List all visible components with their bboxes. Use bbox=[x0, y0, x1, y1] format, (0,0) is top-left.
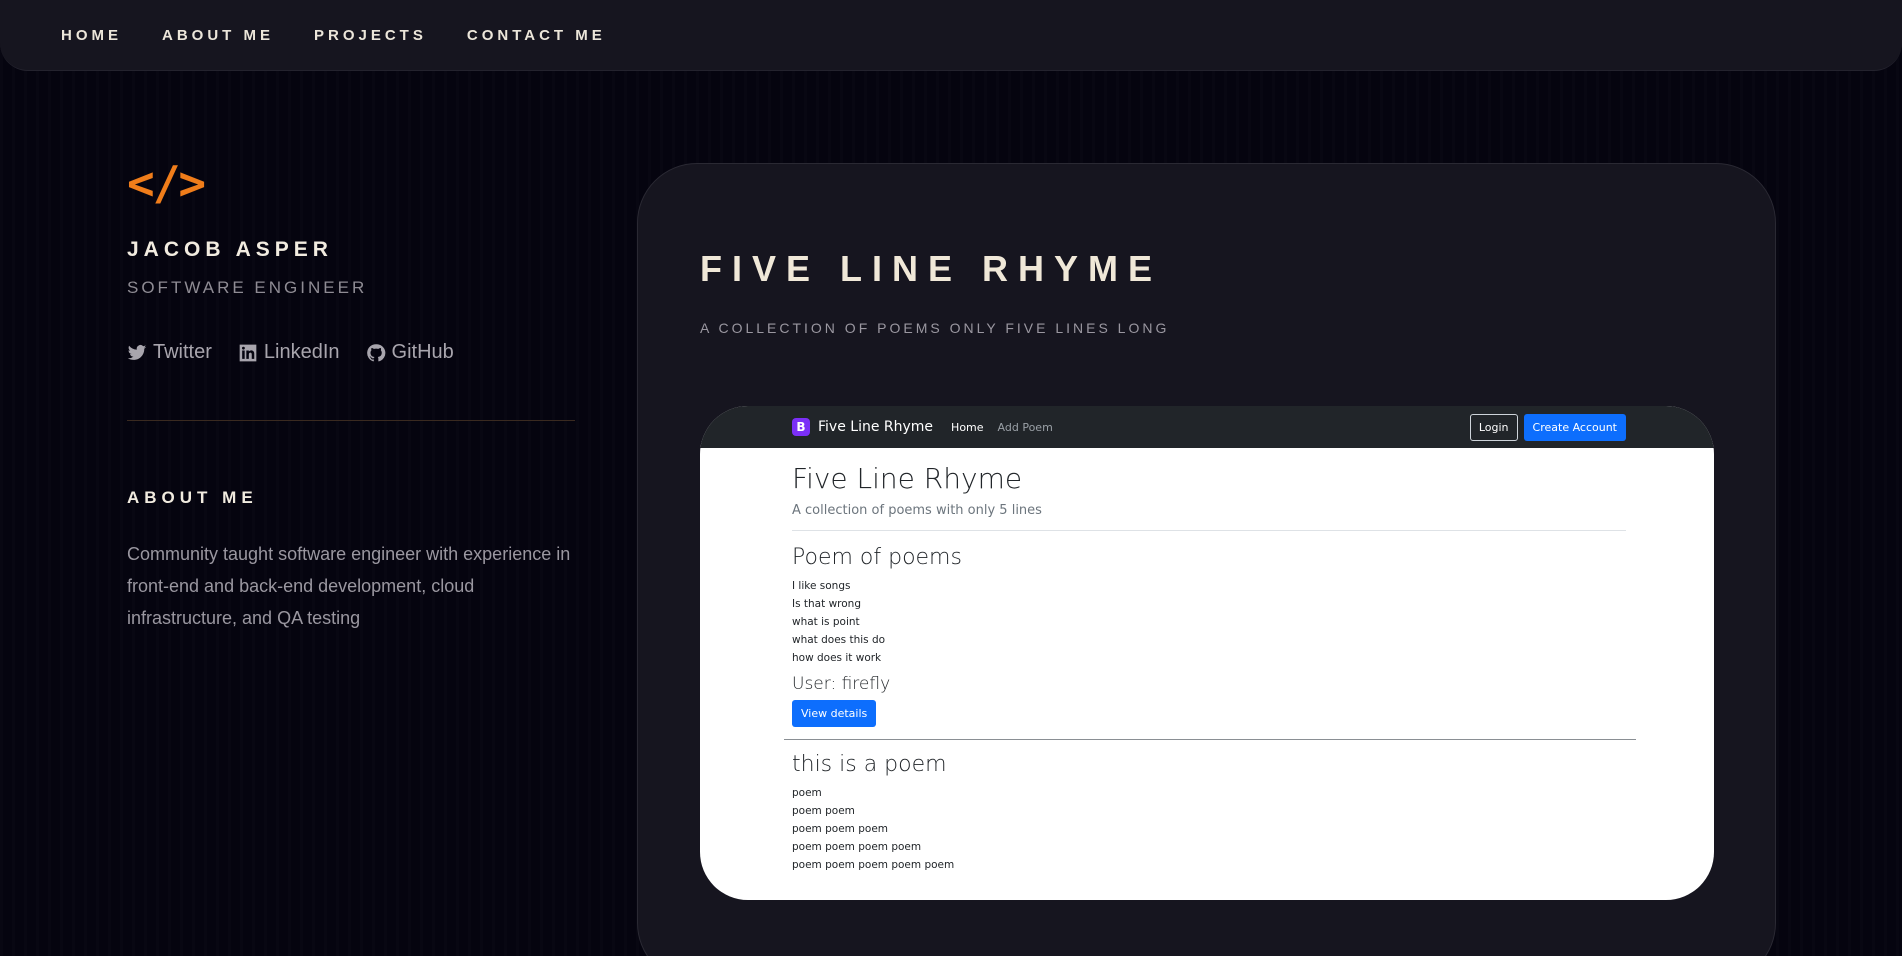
poem-line: what does this do bbox=[792, 634, 886, 646]
code-logo-icon: </> bbox=[127, 156, 206, 210]
poem-lines: I like songs Is that wrong what is point… bbox=[792, 577, 1714, 667]
nav-home[interactable]: HOME bbox=[61, 27, 122, 44]
screenshot-tagline: A collection of poems with only 5 lines bbox=[792, 503, 1042, 518]
poem-line: poem poem bbox=[792, 805, 855, 817]
poem-lines: poem poem poem poem poem poem poem poem … bbox=[792, 784, 1714, 874]
social-links: Twitter LinkedIn GitHub bbox=[127, 341, 575, 364]
nav-contact-me[interactable]: CONTACT ME bbox=[467, 27, 606, 44]
poem-line: Is that wrong bbox=[792, 598, 861, 610]
project-subtitle: A COLLECTION OF POEMS ONLY FIVE LINES LO… bbox=[700, 320, 1170, 336]
project-card: FIVE LINE RHYME A COLLECTION OF POEMS ON… bbox=[637, 163, 1776, 956]
twitter-icon bbox=[127, 344, 147, 360]
twitter-link[interactable]: Twitter bbox=[127, 341, 212, 364]
nav-about-me[interactable]: ABOUT ME bbox=[162, 27, 274, 44]
poem-line: poem poem poem bbox=[792, 823, 889, 835]
poem-line: poem bbox=[792, 787, 822, 799]
screenshot-login-button: Login bbox=[1469, 413, 1518, 441]
about-heading: ABOUT ME bbox=[127, 488, 258, 507]
poem-divider bbox=[784, 739, 1636, 740]
project-screenshot[interactable]: B Five Line Rhyme Home Add Poem Login Cr… bbox=[700, 406, 1714, 900]
section-divider bbox=[127, 420, 575, 421]
screenshot-navbar: B Five Line Rhyme Home Add Poem Login Cr… bbox=[700, 406, 1714, 448]
about-text: Community taught software engineer with … bbox=[127, 544, 571, 628]
twitter-label: Twitter bbox=[153, 341, 212, 363]
github-link[interactable]: GitHub bbox=[366, 341, 454, 364]
screenshot-brand: Five Line Rhyme bbox=[818, 419, 934, 435]
profile-name: JACOB ASPER bbox=[127, 238, 333, 261]
screenshot-body: Five Line Rhyme A collection of poems wi… bbox=[700, 448, 1714, 874]
screenshot-nav-add-poem: Add Poem bbox=[997, 420, 1053, 434]
poem-user: User: firefly bbox=[792, 674, 891, 694]
poem-line: how does it work bbox=[792, 652, 882, 664]
nav-projects[interactable]: PROJECTS bbox=[314, 27, 427, 44]
poem-line: poem poem poem poem bbox=[792, 841, 922, 853]
screenshot-divider bbox=[792, 530, 1626, 531]
linkedin-link[interactable]: LinkedIn bbox=[238, 341, 340, 364]
linkedin-label: LinkedIn bbox=[263, 341, 340, 363]
linkedin-icon bbox=[239, 344, 257, 361]
view-details-button: View details bbox=[792, 700, 877, 727]
project-title: FIVE LINE RHYME bbox=[700, 248, 1163, 289]
poem-line: I like songs bbox=[792, 580, 851, 592]
screenshot-create-account-button: Create Account bbox=[1523, 413, 1626, 441]
poem-title: this is a poem bbox=[792, 752, 947, 777]
profile-sidebar: </> JACOB ASPER SOFTWARE ENGINEER Twitte… bbox=[127, 160, 575, 634]
bootstrap-icon: B bbox=[792, 418, 810, 436]
screenshot-heading: Five Line Rhyme bbox=[792, 462, 1023, 495]
poem-line: poem poem poem poem poem bbox=[792, 859, 955, 871]
top-navigation: HOME ABOUT ME PROJECTS CONTACT ME bbox=[0, 0, 1902, 71]
screenshot-nav-home: Home bbox=[951, 420, 984, 434]
github-label: GitHub bbox=[391, 341, 454, 363]
poem-title: Poem of poems bbox=[792, 545, 962, 570]
profile-role: SOFTWARE ENGINEER bbox=[127, 278, 368, 297]
poem-line: what is point bbox=[792, 616, 860, 628]
github-icon bbox=[366, 343, 385, 361]
